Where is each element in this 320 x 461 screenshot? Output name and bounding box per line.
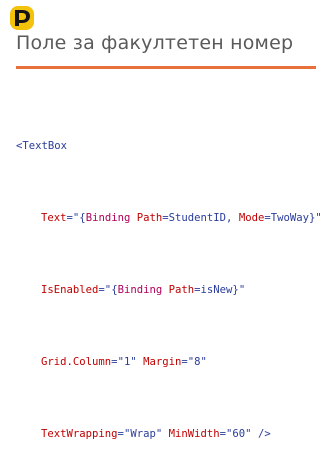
- binding-path-value: StudentID: [168, 212, 227, 224]
- binding-sep: ,: [226, 212, 239, 224]
- binding-path-value: isNew: [200, 284, 233, 296]
- code-block: <TextBox Text="{Binding Path=StudentID, …: [16, 101, 320, 461]
- code-line-2: Text="{Binding Path=StudentID, Mode=TwoW…: [16, 209, 320, 227]
- attr-value: "8": [187, 356, 207, 368]
- logo-icon: [10, 6, 34, 30]
- attr-value: "Wrap": [123, 428, 163, 440]
- attr-name: IsEnabled: [41, 284, 99, 296]
- attr-quote: ": [315, 212, 320, 224]
- attr-value: "60": [226, 428, 252, 440]
- code-line-4: Grid.Column="1" Margin="8": [16, 353, 320, 371]
- binding-mode-key: Mode: [238, 212, 265, 224]
- binding-mode-value: TwoWay: [270, 212, 309, 224]
- binding-keyword: Binding: [85, 212, 131, 224]
- binding-path-key: Path: [136, 212, 163, 224]
- binding-path-key: Path: [168, 284, 195, 296]
- attr-name: Text: [41, 212, 67, 224]
- tag-open: <TextBox: [16, 140, 68, 152]
- binding-keyword: Binding: [117, 284, 163, 296]
- attr-name: Grid.Column: [41, 356, 112, 368]
- attr-name: Margin: [143, 356, 182, 368]
- attr-value: "1": [117, 356, 137, 368]
- slide-title: Поле за факултетен номер: [16, 32, 294, 54]
- attr-name: TextWrapping: [41, 428, 118, 440]
- title-divider: [16, 66, 316, 69]
- attr-quote: ": [238, 284, 246, 296]
- tag-close: />: [257, 428, 271, 440]
- code-line-1: <TextBox: [16, 137, 320, 155]
- code-line-3: IsEnabled="{Binding Path=isNew}": [16, 281, 320, 299]
- code-line-5: TextWrapping="Wrap" MinWidth="60" />: [16, 425, 320, 443]
- attr-name: MinWidth: [168, 428, 220, 440]
